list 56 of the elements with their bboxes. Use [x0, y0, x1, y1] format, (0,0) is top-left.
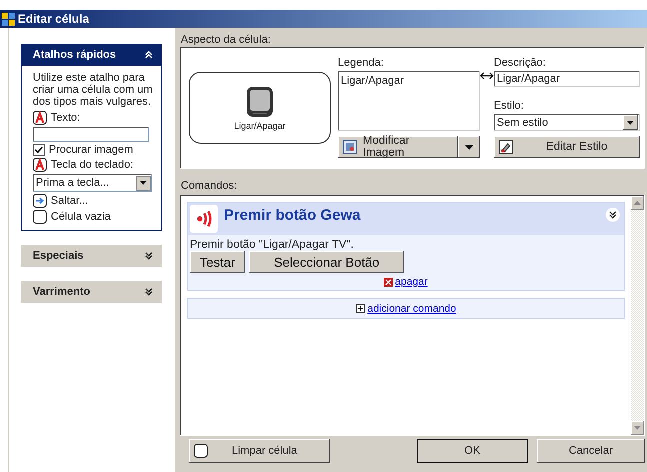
section-header[interactable]: Varrimento: [21, 281, 162, 303]
dropdown-arrow-icon[interactable]: [627, 120, 634, 124]
section-header[interactable]: Especiais: [21, 245, 162, 267]
jump-link[interactable]: Saltar...: [51, 195, 88, 207]
add-command-link[interactable]: adicionar comando: [368, 302, 456, 314]
checkbox[interactable]: [33, 144, 45, 156]
edit-style-button[interactable]: Editar Estilo: [494, 136, 640, 158]
collapse-icon[interactable]: [144, 50, 154, 60]
command-title: Premir botão Gewa: [224, 206, 362, 224]
legend-field[interactable]: Ligar/Apagar: [338, 71, 480, 131]
delete-link[interactable]: apagar: [395, 276, 428, 288]
plus-icon[interactable]: [356, 304, 365, 313]
field-label: Estilo:: [494, 100, 525, 112]
select-button[interactable]: Seleccionar Botão: [249, 251, 404, 273]
field-label: Descrição:: [494, 57, 547, 69]
device-icon: [246, 86, 274, 118]
grid-app-icon: [2, 12, 15, 26]
command-description: Premir botão "Ligar/Apagar TV".: [189, 238, 355, 251]
dropdown-button[interactable]: [458, 136, 480, 158]
expand-icon[interactable]: [144, 251, 154, 261]
section-label: Comandos:: [181, 180, 238, 193]
window-title: Editar célula: [18, 12, 90, 26]
image-icon: [343, 140, 357, 154]
paint-icon: [499, 140, 513, 154]
text-field[interactable]: [33, 127, 149, 142]
modify-image-button[interactable]: Modificar Imagem: [338, 136, 458, 158]
expand-icon[interactable]: [609, 211, 617, 219]
section-title: Especiais: [33, 250, 84, 262]
empty-cell-link[interactable]: Célula vazia: [51, 211, 111, 223]
caret-icon: [464, 144, 474, 150]
intro-text: Utilize este atalho para criar uma célula com um dos tipos mais vulgares.: [33, 72, 154, 108]
dropdown-arrow-icon[interactable]: [140, 181, 147, 185]
letter-a-icon: [33, 158, 47, 172]
section-label: Aspecto da célula:: [181, 34, 272, 47]
signal-icon: [196, 209, 212, 229]
checkbox-label[interactable]: Procurar imagem: [49, 144, 134, 156]
section-title: Atalhos rápidos: [33, 49, 116, 61]
clear-cell-button[interactable]: Limpar célula: [189, 439, 330, 463]
double-arrow-icon: [480, 72, 494, 80]
preview-caption: Ligar/Apagar: [234, 120, 286, 130]
delete-icon[interactable]: [384, 278, 394, 286]
letter-a-icon: [33, 111, 47, 125]
expand-icon[interactable]: [144, 287, 154, 297]
style-select[interactable]: Sem estilo: [494, 114, 640, 131]
field-label: Tecla do teclado:: [51, 159, 134, 171]
description-field[interactable]: Ligar/Apagar: [494, 71, 640, 87]
cancel-button[interactable]: Cancelar: [537, 439, 645, 463]
ok-button[interactable]: OK: [417, 439, 528, 463]
section-title: Varrimento: [33, 286, 90, 298]
empty-cell-icon: [194, 444, 208, 458]
key-select[interactable]: Prima a tecla...: [33, 174, 152, 192]
section-header[interactable]: Atalhos rápidos: [21, 44, 162, 66]
field-label: Texto:: [51, 112, 80, 124]
test-button[interactable]: Testar: [190, 251, 246, 273]
empty-cell-icon: [33, 210, 47, 224]
field-label: Legenda:: [338, 57, 385, 69]
